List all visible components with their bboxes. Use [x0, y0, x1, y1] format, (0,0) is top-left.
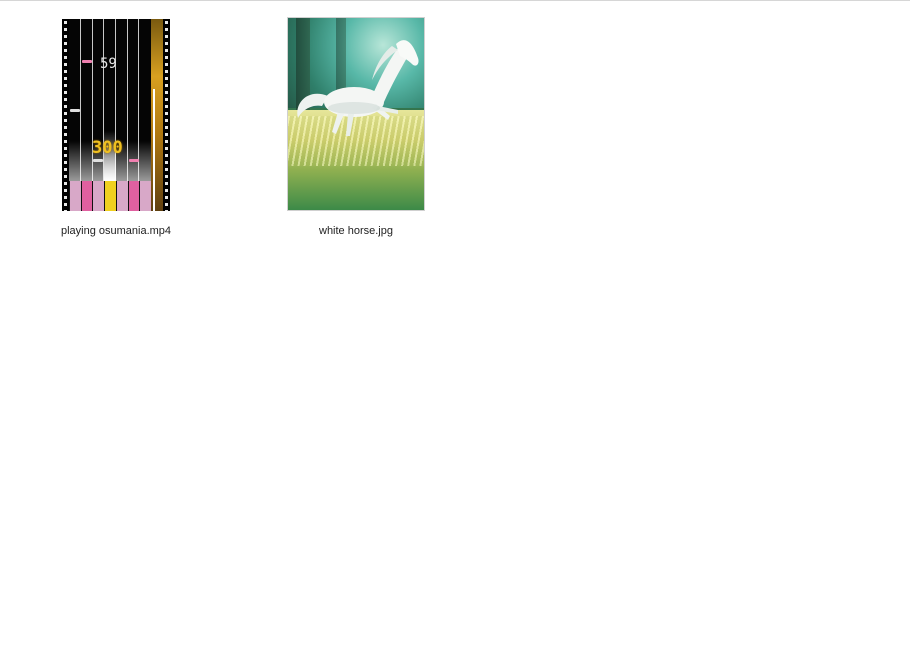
thumbnail-container	[271, 15, 441, 211]
file-item-video[interactable]: 59 300 playing osumania.mp4	[31, 15, 201, 237]
judgement-text: 300	[92, 138, 123, 158]
file-name-label[interactable]: white horse.jpg	[271, 225, 441, 237]
file-item-image[interactable]: white horse.jpg	[271, 15, 441, 237]
image-thumbnail[interactable]	[287, 17, 425, 211]
key-row	[69, 181, 152, 211]
key	[139, 181, 152, 211]
horse-figure	[297, 40, 419, 136]
thumbnail-container: 59 300	[31, 15, 201, 211]
note	[129, 159, 139, 162]
film-sprocket-right	[163, 19, 170, 211]
file-name-label[interactable]: playing osumania.mp4	[31, 225, 201, 237]
note	[82, 60, 92, 63]
note	[93, 159, 103, 162]
key	[115, 181, 128, 211]
key	[104, 181, 116, 211]
key	[127, 181, 140, 211]
key	[69, 181, 81, 211]
key	[80, 181, 93, 211]
combo-counter: 59	[100, 56, 117, 72]
note	[70, 109, 80, 112]
video-thumbnail[interactable]: 59 300	[62, 19, 170, 211]
health-bar	[153, 89, 155, 211]
file-browser-view: 59 300 playing osumania.mp4 white horse.…	[0, 0, 910, 656]
film-sprocket-left	[62, 19, 69, 211]
key	[92, 181, 105, 211]
